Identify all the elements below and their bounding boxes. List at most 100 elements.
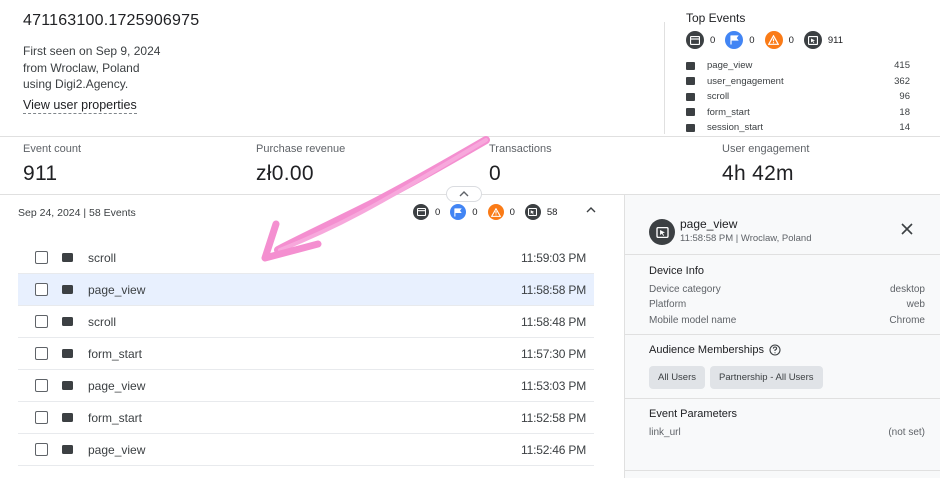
metric-value-purchase-revenue: zł0.00: [256, 162, 314, 185]
event-list: scroll 11:59:03 PM page_view 11:58:58 PM…: [18, 242, 594, 466]
chevron-up-icon[interactable]: [586, 206, 596, 213]
top-event-name: page_view: [707, 60, 753, 72]
count-value: 58: [546, 206, 558, 218]
metric-label-purchase-revenue: Purchase revenue: [256, 143, 346, 155]
cursor-icon: [686, 92, 695, 101]
top-event-name: user_engagement: [707, 75, 784, 87]
device-info-value: Chrome: [889, 315, 925, 326]
cursor-icon: [803, 31, 822, 49]
event-time: 11:59:03 PM: [521, 250, 586, 265]
event-time: 11:52:58 PM: [521, 410, 586, 425]
metric-value-transactions: 0: [489, 162, 501, 185]
cursor-icon: [62, 285, 73, 294]
device-info-heading: Device Info: [649, 265, 705, 277]
event-time: 11:52:46 PM: [521, 442, 586, 457]
event-name: scroll: [88, 314, 117, 329]
device-info-row: Device category desktop: [649, 284, 925, 295]
audience-chip[interactable]: All Users: [649, 366, 706, 389]
cursor-icon: [686, 108, 695, 117]
top-event-row[interactable]: scroll 96: [686, 89, 910, 105]
event-name: page_view: [88, 378, 146, 393]
row-checkbox[interactable]: [35, 347, 48, 360]
cursor-icon: [649, 219, 675, 245]
cursor-icon: [686, 61, 695, 70]
user-source: using Digi2.Agency.: [23, 77, 129, 91]
view-user-properties-link[interactable]: View user properties: [23, 98, 137, 114]
divider: [0, 136, 940, 137]
device-info-value: web: [906, 299, 925, 310]
top-event-row[interactable]: session_start 14: [686, 120, 910, 136]
divider: [625, 398, 940, 399]
help-icon[interactable]: [769, 344, 781, 356]
count-value: 0: [788, 34, 794, 46]
metric-value-event-count: 911: [23, 162, 58, 185]
cursor-icon: [62, 413, 73, 422]
user-id: 471163100.1725906975: [23, 12, 200, 29]
event-name: form_start: [88, 346, 143, 361]
row-checkbox[interactable]: [35, 443, 48, 456]
flag-icon: [725, 31, 744, 49]
divider: [625, 254, 940, 255]
event-params-heading: Event Parameters: [649, 408, 738, 420]
event-time: 11:57:30 PM: [521, 346, 586, 361]
top-events-counts: 0 0 0 911: [686, 31, 853, 49]
event-param-row: link_url (not set): [649, 427, 925, 438]
audience-chip[interactable]: Partnership - All Users: [710, 366, 823, 389]
count-value: 0: [435, 206, 441, 218]
event-row[interactable]: page_view 11:52:46 PM: [18, 434, 594, 466]
divider: [664, 22, 665, 134]
event-row[interactable]: form_start 11:57:30 PM: [18, 338, 594, 370]
metric-label-event-count: Event count: [23, 143, 82, 155]
count-value: 0: [509, 206, 515, 218]
event-row[interactable]: scroll 11:58:48 PM: [18, 306, 594, 338]
event-time: 11:58:58 PM: [521, 282, 586, 297]
event-row[interactable]: scroll 11:59:03 PM: [18, 242, 594, 274]
count-value: 911: [827, 34, 844, 46]
event-row-selected[interactable]: page_view 11:58:58 PM: [18, 274, 594, 306]
row-checkbox[interactable]: [35, 315, 48, 328]
top-event-row[interactable]: page_view 415: [686, 58, 910, 74]
row-checkbox[interactable]: [35, 379, 48, 392]
top-event-row[interactable]: form_start 18: [686, 105, 910, 121]
event-time: 11:53:03 PM: [521, 378, 586, 393]
top-event-name: scroll: [707, 91, 730, 103]
event-time: 11:58:48 PM: [521, 314, 586, 329]
cursor-icon: [62, 349, 73, 358]
event-row[interactable]: page_view 11:53:03 PM: [18, 370, 594, 402]
window-icon: [686, 31, 704, 49]
warning-icon: [764, 31, 783, 49]
row-checkbox[interactable]: [35, 283, 48, 296]
count-value: 0: [472, 206, 478, 218]
chevron-up-icon: [459, 191, 469, 197]
event-param-value: (not set): [888, 427, 925, 438]
flag-icon: [450, 204, 467, 220]
day-header: Sep 24, 2024 | 58 Events: [18, 207, 136, 219]
count-value: 0: [710, 34, 716, 46]
row-checkbox[interactable]: [35, 251, 48, 264]
top-event-name: form_start: [707, 106, 750, 118]
metric-value-user-engagement: 4h 42m: [722, 162, 794, 185]
first-seen: First seen on Sep 9, 2024: [23, 44, 161, 58]
cursor-icon: [524, 204, 541, 220]
top-events-title: Top Events: [686, 11, 746, 25]
row-checkbox[interactable]: [35, 411, 48, 424]
top-event-count: 14: [899, 122, 910, 134]
device-info-row: Platform web: [649, 299, 925, 310]
event-row[interactable]: form_start 11:52:58 PM: [18, 402, 594, 434]
top-event-count: 415: [894, 60, 910, 72]
metric-label-transactions: Transactions: [489, 143, 552, 155]
warning-icon: [487, 204, 504, 220]
detail-title: page_view: [680, 217, 738, 231]
count-value: 0: [749, 34, 755, 46]
event-name: scroll: [88, 250, 117, 265]
device-info-key: Mobile model name: [649, 315, 737, 326]
top-events-list: page_view 415 user_engagement 362 scroll…: [686, 58, 910, 136]
close-icon[interactable]: [900, 222, 914, 236]
collapse-metrics-button[interactable]: [446, 186, 482, 202]
event-param-key: link_url: [649, 427, 681, 438]
divider: [625, 470, 940, 471]
top-event-row[interactable]: user_engagement 362: [686, 74, 910, 90]
cursor-icon: [62, 445, 73, 454]
top-event-name: session_start: [707, 122, 763, 134]
event-name: page_view: [88, 442, 146, 457]
